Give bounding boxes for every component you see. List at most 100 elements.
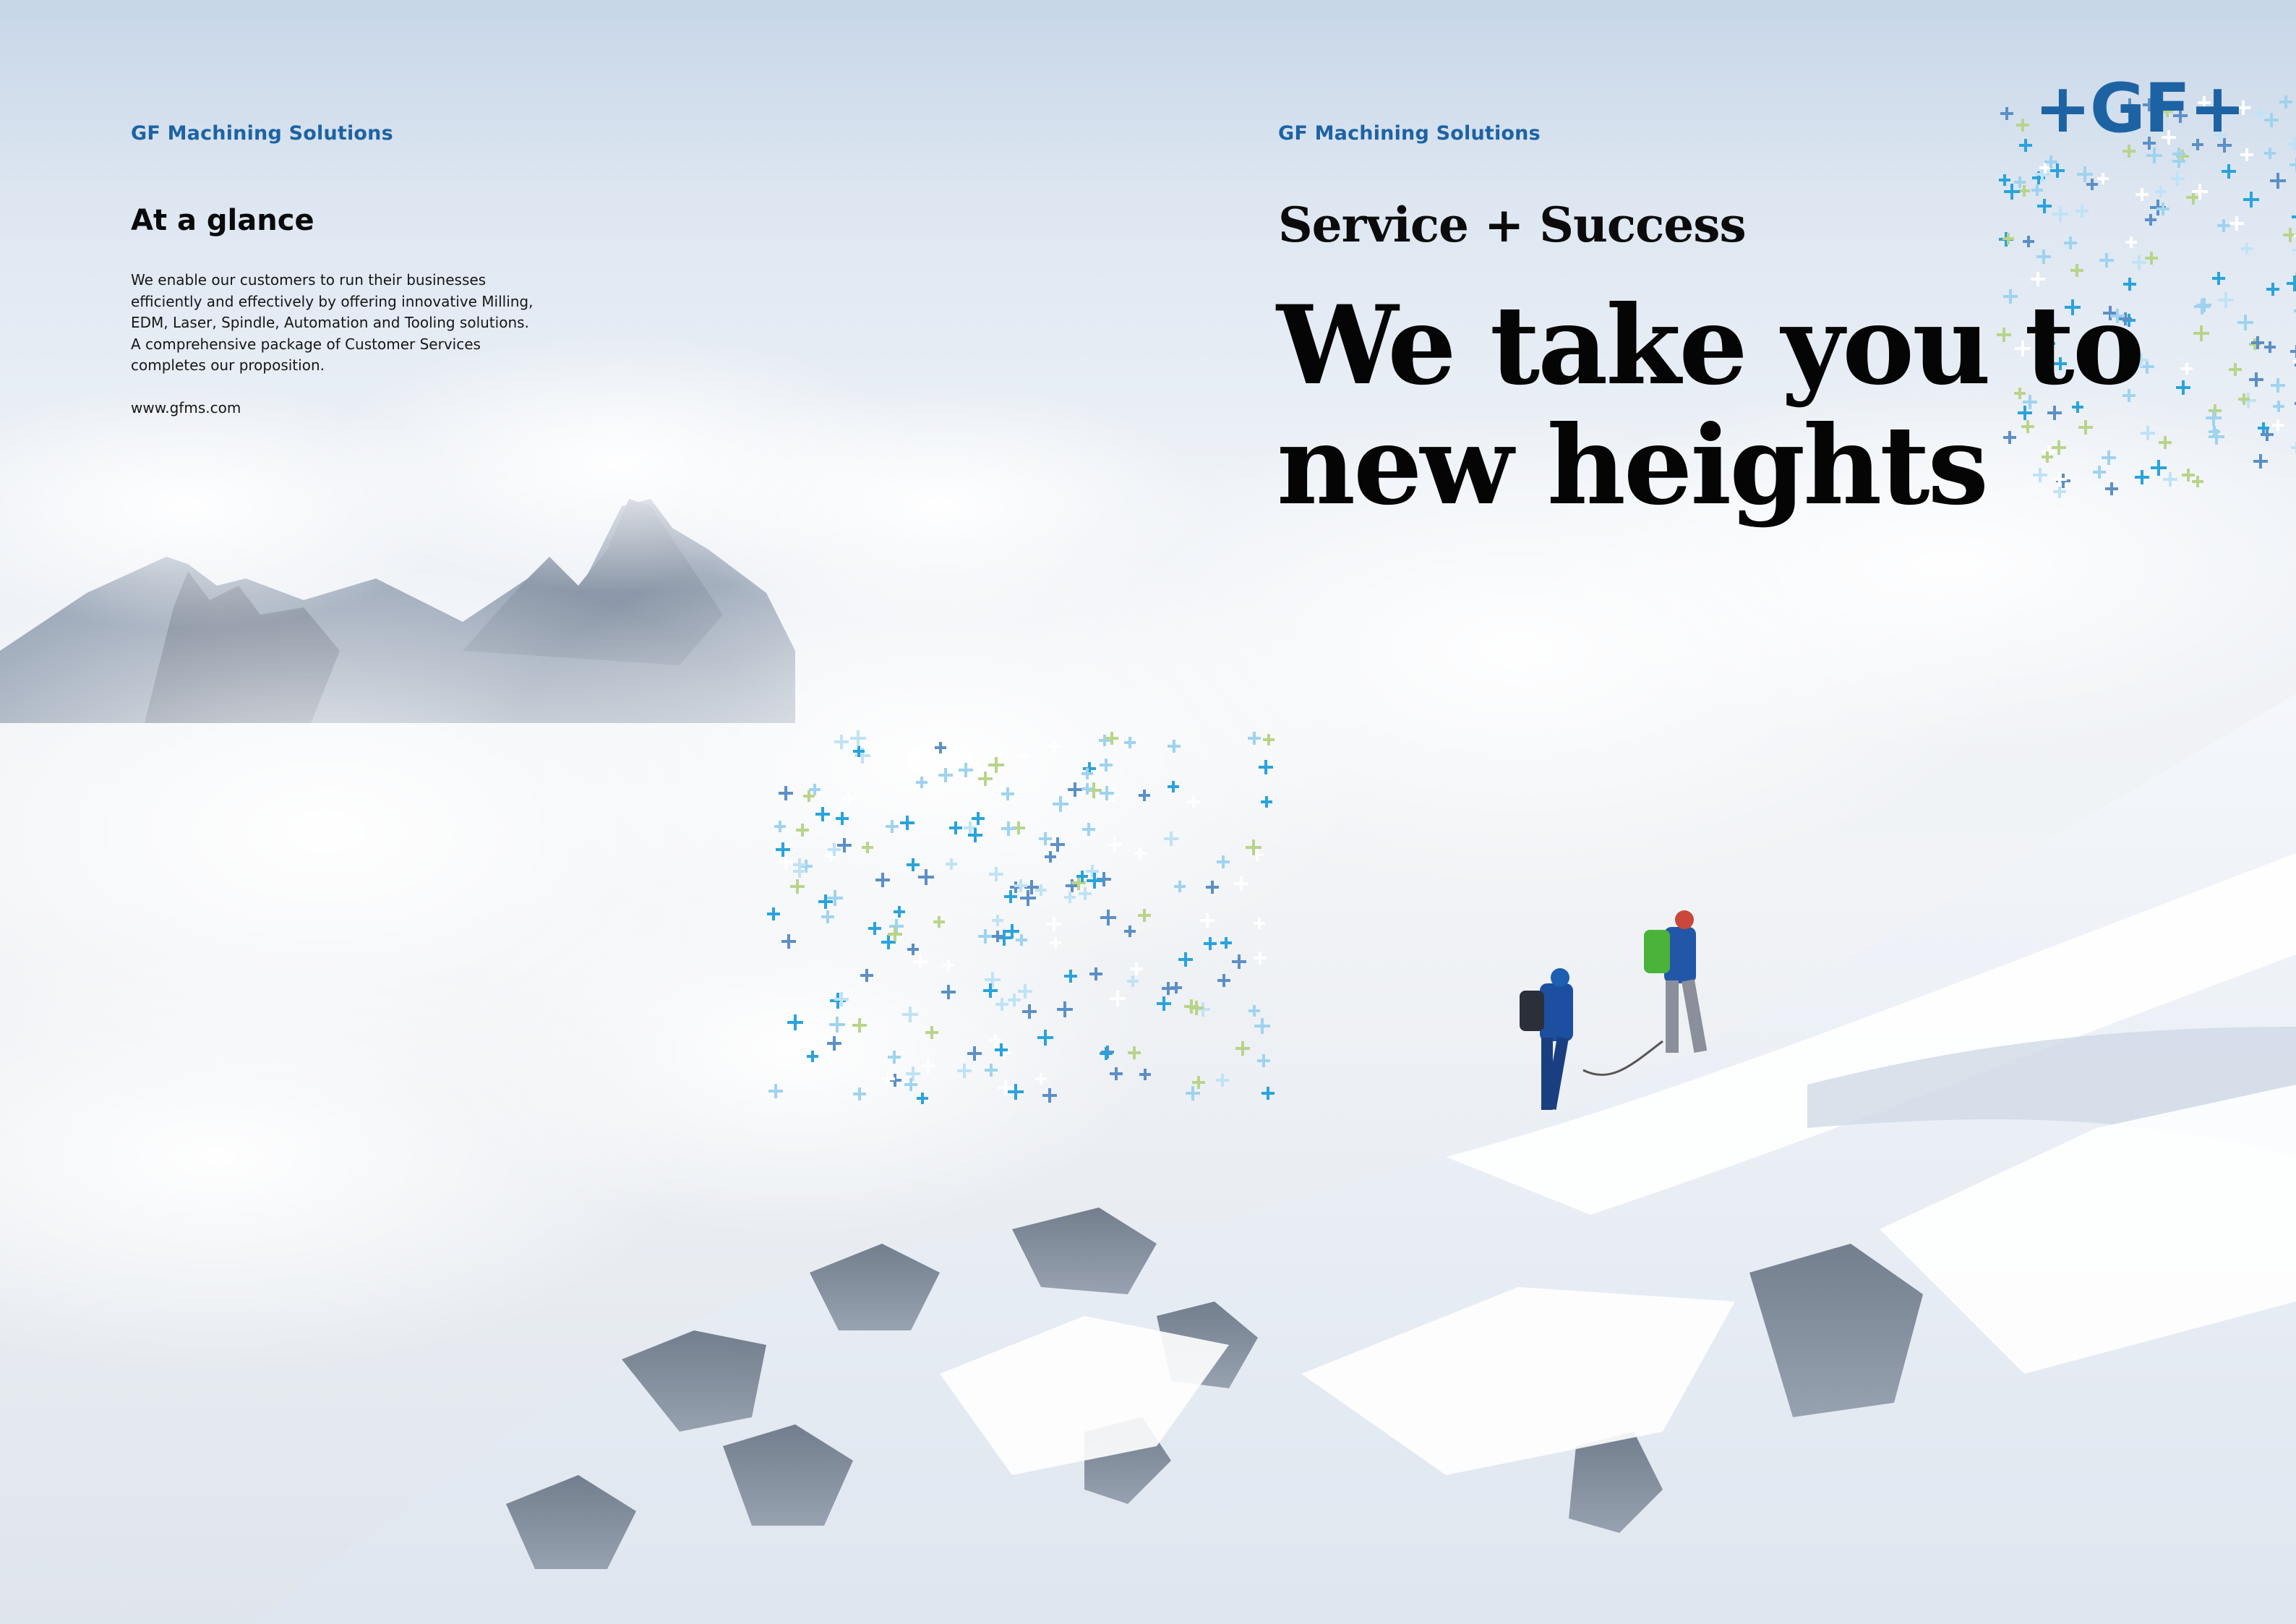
plus-cross-icon <box>1057 1001 1073 1017</box>
plus-cross-icon <box>1124 737 1136 748</box>
plus-cross-icon <box>2287 275 2296 291</box>
plus-cross-icon <box>1139 790 1150 801</box>
plus-cross-icon <box>1261 1087 1275 1100</box>
plus-cross-icon <box>907 858 920 871</box>
plus-cross-icon <box>774 821 786 832</box>
plus-cross-icon <box>853 1087 866 1101</box>
plus-cross-icon <box>972 812 985 825</box>
intro-line: EDM, Laser, Spindle, Automation and Tool… <box>131 314 529 331</box>
plus-cross-icon <box>842 792 855 805</box>
plus-cross-icon <box>992 915 1003 926</box>
plus-cross-icon <box>1254 1018 1270 1034</box>
plus-cross-icon <box>862 842 873 853</box>
plus-cross-icon <box>2023 236 2034 247</box>
plus-cross-icon <box>1050 937 1061 949</box>
plus-cross-icon <box>1081 783 1093 795</box>
plus-cross-icon <box>1053 796 1068 812</box>
plus-cross-icon <box>886 820 899 833</box>
plus-cross-icon <box>2292 249 2296 252</box>
plus-cross-icon <box>1100 1047 1113 1060</box>
plus-cross-icon <box>1001 787 1014 800</box>
plus-cross-icon <box>2132 255 2146 270</box>
plus-cross-icon <box>1087 873 1102 889</box>
plus-cross-icon <box>949 821 962 834</box>
plus-cross-icon <box>1178 952 1193 967</box>
plus-cross-icon <box>779 855 793 869</box>
plus-cross-icon <box>834 735 849 749</box>
plus-cross-icon <box>2270 173 2286 189</box>
plus-cross-icon <box>1157 996 1171 1011</box>
intro-line: We enable our customers to run their bus… <box>131 271 487 289</box>
plus-cross-icon <box>2070 264 2083 277</box>
plus-cross-icon <box>2002 233 2014 244</box>
plus-cross-icon <box>781 934 796 949</box>
plus-cross-icon <box>1039 832 1052 845</box>
plus-cross-icon <box>1246 839 1261 855</box>
plus-cross-icon <box>2097 173 2109 184</box>
website-link[interactable]: www.gfms.com <box>131 399 241 416</box>
plus-cross-icon <box>1168 740 1181 753</box>
kicker-title: Service + Success <box>1278 197 1747 253</box>
plus-cross-icon <box>821 910 834 923</box>
plus-cross-icon <box>1200 913 1215 928</box>
plus-cross-icon <box>2145 252 2158 265</box>
gf-logo: +GF+ <box>2034 69 2246 148</box>
plus-cross-icon <box>1022 1004 1037 1019</box>
plus-cross-icon <box>1037 1030 1053 1046</box>
plus-cross-icon <box>1020 890 1036 906</box>
plus-cross-icon <box>787 1014 803 1030</box>
plus-cross-icon <box>995 998 1008 1011</box>
plus-cross-icon <box>2255 108 2266 119</box>
plus-cross-icon <box>1042 1088 1057 1103</box>
plus-cross-icon <box>2064 236 2077 249</box>
plus-cross-icon <box>882 1072 895 1085</box>
plus-cross-icon <box>900 816 914 830</box>
brand-name-left: GF Machining Solutions <box>131 122 393 145</box>
plus-cross-icon <box>790 879 805 894</box>
plus-cross-icon <box>2217 219 2230 232</box>
plus-cross-icon <box>2290 345 2296 358</box>
plus-cross-icon <box>933 916 945 928</box>
plus-cross-icon <box>1079 887 1092 900</box>
brand-name-right: GF Machining Solutions <box>1278 122 1541 145</box>
plus-cross-icon <box>809 784 821 795</box>
plus-cross-icon <box>2264 148 2276 159</box>
plus-cross-icon <box>2000 107 2013 120</box>
plus-cross-icon <box>1248 1005 1260 1017</box>
plus-cross-icon <box>2125 236 2137 248</box>
plus-cross-icon <box>1170 982 1182 993</box>
plus-cross-icon <box>768 1084 783 1098</box>
plus-cross-icon <box>1048 740 1061 753</box>
plus-cross-icon <box>1217 974 1230 987</box>
plus-cross-icon <box>1187 795 1200 808</box>
plus-cross-icon <box>827 890 843 906</box>
plus-cross-icon <box>829 1017 845 1033</box>
plus-cross-icon <box>907 944 919 955</box>
plus-cross-icon <box>1082 823 1095 836</box>
plus-cross-icon <box>925 1026 938 1039</box>
plus-cross-icon <box>2155 186 2167 197</box>
plus-cross-icon <box>2016 119 2029 132</box>
plus-cross-icon <box>1206 881 1219 894</box>
plus-cross-icon <box>938 768 953 782</box>
plus-cross-icon <box>1232 954 1246 969</box>
plus-cross-icon <box>860 969 873 982</box>
plus-cross-icon <box>2243 192 2259 208</box>
plus-cross-icon <box>1016 934 1027 946</box>
plus-cross-icon <box>2077 166 2093 182</box>
plus-cross-icon <box>2170 171 2185 186</box>
plus-cross-icon <box>1108 837 1122 852</box>
intro-paragraph: We enable our customers to run their bus… <box>131 270 565 377</box>
plus-cross-icon <box>2291 442 2296 453</box>
plus-cross-icon <box>1234 876 1248 891</box>
plus-cross-icon <box>803 790 815 802</box>
plus-cross-icon <box>1127 975 1139 987</box>
plus-cross-icon <box>916 777 928 788</box>
plus-cross-icon <box>1254 918 1265 929</box>
plus-cross-icon <box>988 757 1004 773</box>
plus-cross-icon <box>1204 937 1217 950</box>
intro-line: efficiently and effectively by offering … <box>131 292 534 310</box>
plus-cross-icon <box>2037 199 2052 213</box>
intro-line: A comprehensive package of Customer Serv… <box>131 335 481 353</box>
plus-cross-icon <box>2273 401 2284 412</box>
